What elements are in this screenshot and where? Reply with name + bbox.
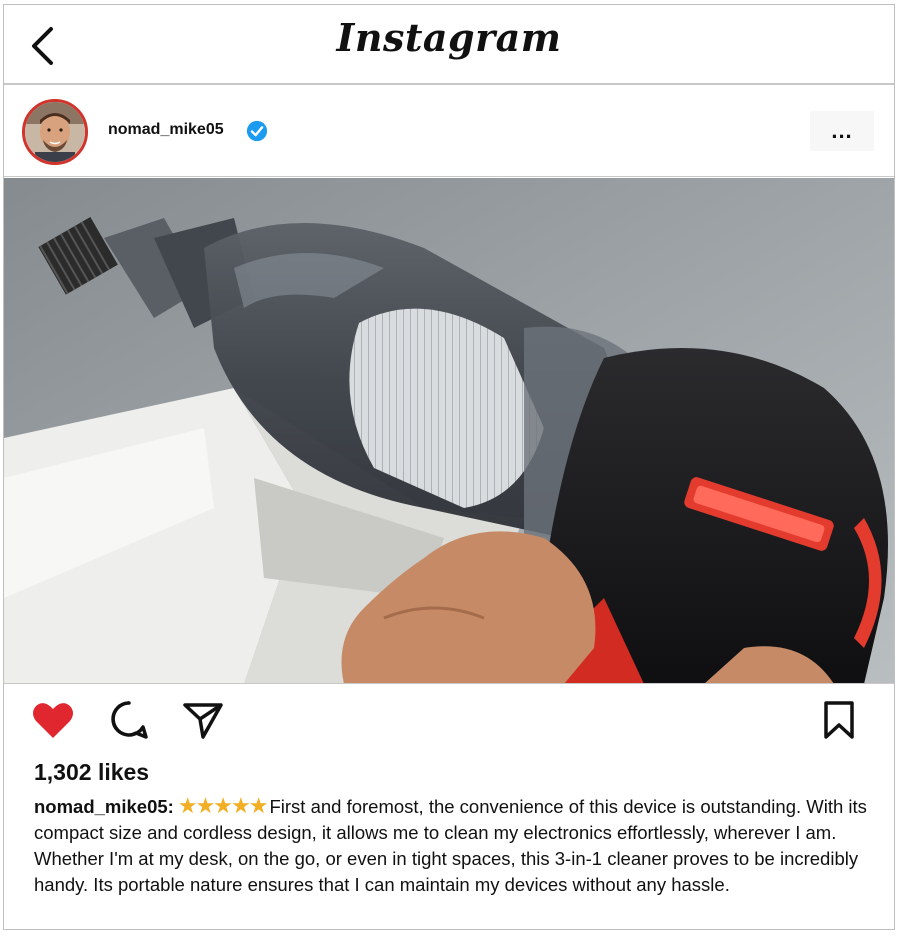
post-username[interactable]: nomad_mike05 bbox=[108, 121, 224, 139]
post-image[interactable] bbox=[4, 178, 894, 684]
more-options-button[interactable]: ... bbox=[810, 111, 874, 151]
post-actions bbox=[4, 695, 894, 755]
heart-icon bbox=[33, 703, 73, 738]
likes-count[interactable]: 1,302 likes bbox=[34, 759, 149, 786]
comment-button[interactable] bbox=[106, 697, 152, 743]
rating-stars: ★★★★★ bbox=[177, 793, 269, 818]
save-button[interactable] bbox=[816, 697, 862, 743]
app-header: Instagram bbox=[4, 5, 894, 85]
instagram-post-frame: Instagram nomad_mike05 ... 1,302 likes n… bbox=[3, 4, 895, 930]
verified-badge-icon bbox=[246, 120, 268, 142]
caption-username[interactable]: nomad_mike05: bbox=[34, 796, 174, 817]
app-logo: Instagram bbox=[336, 15, 562, 60]
send-icon bbox=[183, 703, 223, 739]
avatar[interactable] bbox=[22, 99, 88, 165]
avatar-image bbox=[25, 102, 85, 162]
bookmark-icon bbox=[824, 701, 854, 739]
vacuum-photo bbox=[4, 178, 894, 683]
like-button[interactable] bbox=[30, 697, 76, 743]
post-author-bar: nomad_mike05 ... bbox=[4, 87, 894, 177]
comment-icon bbox=[111, 701, 148, 739]
post-caption: nomad_mike05: ★★★★★ First and foremost, th… bbox=[34, 793, 884, 898]
share-button[interactable] bbox=[180, 697, 226, 743]
